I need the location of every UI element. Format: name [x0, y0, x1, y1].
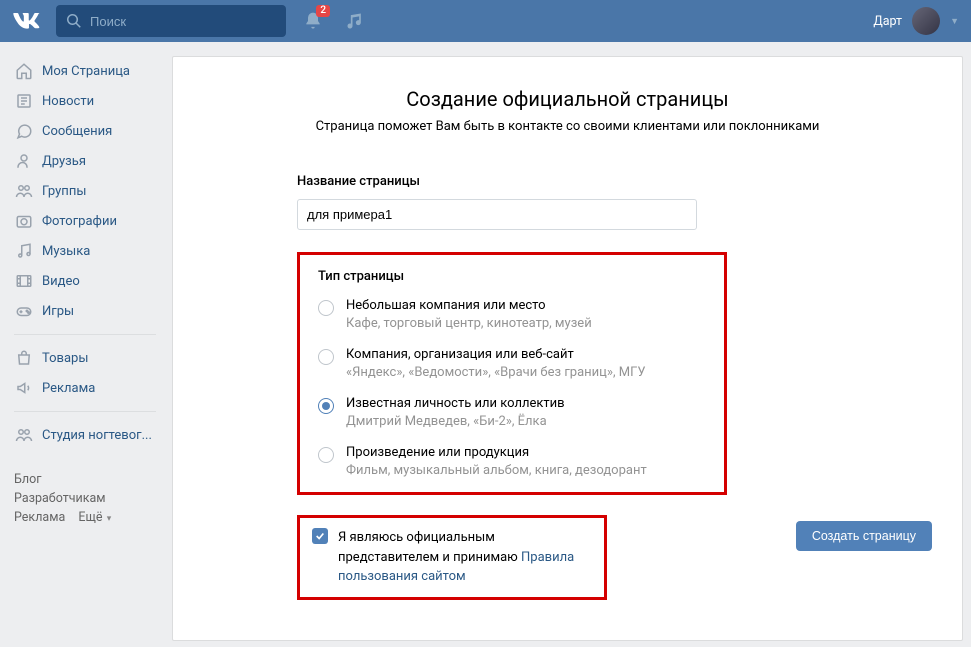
chevron-down-icon: ▼	[950, 16, 959, 27]
radio-desc: «Яндекс», «Ведомости», «Врачи без границ…	[346, 365, 646, 380]
group-icon	[14, 426, 34, 444]
page-subtitle: Страница поможет Вам быть в контакте со …	[173, 119, 962, 134]
notification-badge: 2	[316, 5, 330, 17]
radio-title: Известная личность или коллектив	[346, 396, 565, 411]
radio-option-person[interactable]: Известная личность или коллектив Дмитрий…	[318, 396, 706, 429]
music-button[interactable]	[336, 0, 374, 42]
sidebar-item-label: Новости	[42, 94, 94, 109]
sidebar-item-label: Группы	[42, 184, 86, 199]
radio-desc: Дмитрий Медведев, «Би-2», Ёлка	[346, 414, 565, 429]
radio-title: Компания, организация или веб-сайт	[346, 347, 646, 362]
home-icon	[14, 62, 34, 80]
name-label: Название страницы	[297, 174, 932, 189]
sidebar-item-label: Студия ногтевог...	[42, 428, 152, 443]
sidebar-item-studio[interactable]: Студия ногтевог...	[8, 420, 162, 450]
sidebar-item-video[interactable]: Видео	[8, 266, 162, 296]
photo-icon	[14, 212, 34, 230]
radio-option-company[interactable]: Компания, организация или веб-сайт «Янде…	[318, 347, 706, 380]
sidebar-item-label: Друзья	[42, 154, 86, 169]
create-page-button[interactable]: Создать страницу	[796, 521, 932, 551]
game-icon	[14, 302, 34, 320]
vk-logo[interactable]	[12, 13, 42, 29]
radio-desc: Кафе, торговый центр, кинотеатр, музей	[346, 316, 592, 331]
sidebar-item-label: Реклама	[42, 381, 95, 396]
footer-link-blog[interactable]: Блог	[14, 472, 41, 487]
confirm-block: Я являюсь официальным представителем и п…	[297, 515, 607, 600]
sidebar-item-label: Видео	[42, 274, 80, 289]
page-type-block: Тип страницы Небольшая компания или мест…	[297, 252, 727, 495]
friend-icon	[14, 152, 34, 170]
radio-circle	[318, 398, 334, 414]
chevron-down-icon: ▾	[105, 514, 112, 524]
search-container	[56, 5, 286, 37]
left-sidebar: Моя Страница Новости Сообщения Друзья Гр…	[8, 56, 172, 641]
radio-title: Небольшая компания или место	[346, 298, 592, 313]
market-icon	[14, 349, 34, 367]
radio-option-product[interactable]: Произведение или продукция Фильм, музыка…	[318, 445, 706, 478]
groups-icon	[14, 182, 34, 200]
news-icon	[14, 92, 34, 110]
music-icon	[14, 242, 34, 260]
username-label: Дарт	[873, 14, 902, 29]
sidebar-item-label: Товары	[42, 351, 88, 366]
footer-link-more[interactable]: Ещё ▾	[78, 510, 111, 525]
radio-circle	[318, 349, 334, 365]
footer-link-developers[interactable]: Разработчикам	[14, 491, 106, 506]
top-header: 2 Дарт ▼	[0, 0, 971, 42]
radio-desc: Фильм, музыкальный альбом, книга, дезодо…	[346, 463, 647, 478]
main-panel: Создание официальной страницы Страница п…	[172, 56, 963, 641]
sidebar-item-messages[interactable]: Сообщения	[8, 116, 162, 146]
confirm-text: Я являюсь официальным представителем и п…	[338, 528, 592, 587]
sidebar-item-news[interactable]: Новости	[8, 86, 162, 116]
sidebar-item-photos[interactable]: Фотографии	[8, 206, 162, 236]
search-icon	[66, 13, 82, 29]
music-icon	[345, 11, 365, 31]
separator	[14, 411, 156, 412]
sidebar-item-groups[interactable]: Группы	[8, 176, 162, 206]
sidebar-item-label: Фотографии	[42, 214, 117, 229]
sidebar-item-my-page[interactable]: Моя Страница	[8, 56, 162, 86]
avatar	[912, 7, 940, 35]
search-input[interactable]	[56, 5, 286, 37]
footer-links: Блог Разработчикам Реклама Ещё ▾	[8, 472, 162, 529]
radio-circle	[318, 300, 334, 316]
sidebar-item-friends[interactable]: Друзья	[8, 146, 162, 176]
video-icon	[14, 272, 34, 290]
confirm-checkbox[interactable]	[312, 528, 328, 544]
page-title: Создание официальной страницы	[173, 87, 962, 111]
sidebar-item-ads[interactable]: Реклама	[8, 373, 162, 403]
message-icon	[14, 122, 34, 140]
check-icon	[315, 531, 325, 541]
radio-circle	[318, 447, 334, 463]
sidebar-item-label: Сообщения	[42, 124, 112, 139]
page-name-input[interactable]	[297, 199, 697, 230]
user-menu[interactable]: Дарт ▼	[873, 7, 959, 35]
separator	[14, 334, 156, 335]
sidebar-item-label: Игры	[42, 304, 74, 319]
footer-link-ads[interactable]: Реклама	[14, 510, 65, 525]
ads-icon	[14, 379, 34, 397]
sidebar-item-label: Музыка	[42, 244, 90, 259]
radio-option-small-company[interactable]: Небольшая компания или место Кафе, торго…	[318, 298, 706, 331]
sidebar-item-market[interactable]: Товары	[8, 343, 162, 373]
type-label: Тип страницы	[318, 269, 706, 284]
notifications-button[interactable]: 2	[294, 0, 332, 42]
sidebar-item-label: Моя Страница	[42, 64, 130, 79]
radio-title: Произведение или продукция	[346, 445, 647, 460]
sidebar-item-games[interactable]: Игры	[8, 296, 162, 326]
sidebar-item-music[interactable]: Музыка	[8, 236, 162, 266]
